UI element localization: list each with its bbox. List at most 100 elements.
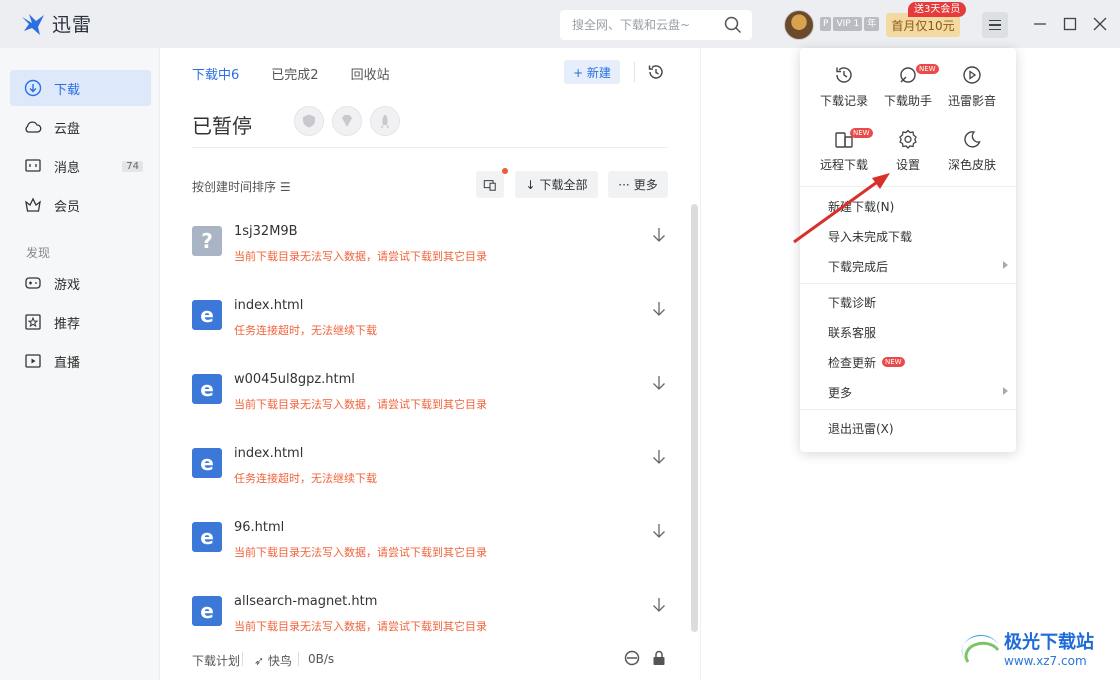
tab-downloading[interactable]: 下载中6 bbox=[192, 64, 239, 83]
main-menu-button[interactable] bbox=[982, 12, 1008, 38]
list-item[interactable]: e index.html 任务连接超时，无法继续下载 bbox=[192, 292, 668, 352]
thunder-bird-icon bbox=[22, 13, 44, 35]
minimize-icon[interactable] bbox=[1030, 14, 1050, 34]
download-plan-button[interactable]: 下载计划 bbox=[192, 652, 240, 669]
divider bbox=[192, 147, 668, 148]
sidebar-item-live[interactable]: 直播 bbox=[10, 343, 151, 379]
divider bbox=[800, 283, 1016, 284]
file-name: w0045ul8gpz.html bbox=[234, 372, 355, 387]
list-item[interactable]: e allsearch-magnet.htm 当前下载目录无法写入数据，请尝试下… bbox=[192, 588, 668, 648]
player-icon bbox=[963, 66, 981, 84]
browser-icon[interactable] bbox=[624, 650, 640, 666]
ie-file-icon: e bbox=[192, 522, 222, 552]
watermark: 极光下载站 www.xz7.com bbox=[958, 626, 1118, 678]
shield-badge[interactable] bbox=[294, 106, 324, 136]
sidebar-item-label: 云盘 bbox=[54, 121, 81, 137]
download-all-button[interactable]: ↓ 下载全部 bbox=[515, 171, 598, 198]
shield-icon bbox=[303, 114, 315, 128]
diamond-badge[interactable] bbox=[332, 106, 362, 136]
divider bbox=[298, 652, 299, 666]
sidebar-item-label: 会员 bbox=[54, 199, 81, 215]
download-arrow-icon[interactable] bbox=[650, 448, 668, 466]
menu-line bbox=[989, 19, 1001, 22]
lock-icon[interactable] bbox=[652, 650, 666, 666]
search-input[interactable] bbox=[572, 18, 720, 32]
rocket-badge[interactable] bbox=[370, 106, 400, 136]
status-footer: 下载计划 ➶ 快鸟 0B/s bbox=[160, 646, 700, 680]
menu-line bbox=[989, 28, 1001, 31]
sidebar-item-download[interactable]: 下载 bbox=[10, 70, 151, 106]
download-arrow-icon[interactable] bbox=[650, 522, 668, 540]
new-download-button[interactable]: + 新建 bbox=[564, 60, 620, 84]
ie-file-icon: e bbox=[192, 374, 222, 404]
list-item[interactable]: ? 1sj32M9B 当前下载目录无法写入数据，请尝试下载到其它目录 bbox=[192, 218, 668, 278]
sidebar-item-label: 直播 bbox=[54, 355, 81, 371]
more-button[interactable]: ··· 更多 bbox=[608, 171, 668, 198]
title-bar: 迅雷 P VIP 1 年 首月仅10元 送3天会员 bbox=[0, 0, 1120, 48]
search-box[interactable] bbox=[560, 10, 752, 40]
menu-item-check-update[interactable]: 检查更新 NEW bbox=[828, 352, 1008, 372]
list-item[interactable]: e 96.html 当前下载目录无法写入数据，请尝试下载到其它目录 bbox=[192, 514, 668, 574]
menu-download-assistant[interactable]: 下载助手 NEW bbox=[876, 64, 940, 120]
menu-download-history[interactable]: 下载记录 bbox=[812, 64, 876, 120]
vip-level-label: VIP 1 bbox=[833, 17, 863, 31]
avatar[interactable] bbox=[784, 10, 814, 40]
ie-file-icon: e bbox=[192, 300, 222, 330]
tab-recycle-bin[interactable]: 回收站 bbox=[351, 64, 390, 83]
menu-item-exit[interactable]: 退出迅雷(X) bbox=[828, 418, 1008, 438]
download-arrow-icon[interactable] bbox=[650, 300, 668, 318]
maximize-icon[interactable] bbox=[1060, 14, 1080, 34]
gear-icon bbox=[899, 129, 917, 149]
download-arrow-icon[interactable] bbox=[650, 374, 668, 392]
download-all-label: 下载全部 bbox=[539, 178, 588, 192]
sidebar-item-games[interactable]: 游戏 bbox=[10, 265, 151, 301]
menu-item-support[interactable]: 联系客服 bbox=[828, 322, 1008, 342]
sidebar-item-vip[interactable]: 会员 bbox=[10, 187, 151, 223]
ie-file-icon: e bbox=[192, 596, 222, 626]
vip-year-label: 年 bbox=[864, 17, 880, 31]
menu-dark-skin[interactable]: 深色皮肤 bbox=[940, 128, 1004, 184]
live-icon bbox=[25, 354, 41, 368]
list-scrollbar[interactable] bbox=[691, 204, 698, 632]
quick-bird-button[interactable]: ➶ 快鸟 bbox=[254, 652, 292, 669]
star-icon bbox=[25, 314, 41, 330]
device-icon bbox=[483, 179, 496, 191]
menu-item-diagnosis[interactable]: 下载诊断 bbox=[828, 292, 1008, 312]
quick-action-label: 下载记录 bbox=[819, 94, 868, 108]
vip-p-label: P bbox=[820, 17, 832, 31]
tab-completed[interactable]: 已完成2 bbox=[271, 64, 318, 83]
quick-bird-label: 快鸟 bbox=[267, 654, 292, 668]
new-badge: NEW bbox=[850, 128, 873, 138]
sidebar-item-message[interactable]: 消息 74 bbox=[10, 148, 151, 184]
error-message: 当前下载目录无法写入数据，请尝试下载到其它目录 bbox=[234, 250, 487, 263]
sidebar-item-recommend[interactable]: 推荐 bbox=[10, 304, 151, 340]
submenu-arrow-icon bbox=[1003, 261, 1008, 269]
search-icon[interactable] bbox=[724, 16, 742, 34]
device-select-button[interactable] bbox=[476, 171, 504, 198]
download-arrow-icon[interactable] bbox=[650, 226, 668, 244]
menu-xunlei-player[interactable]: 迅雷影音 bbox=[940, 64, 1004, 120]
quick-action-label: 下载助手 bbox=[883, 94, 932, 108]
sidebar-item-cloud[interactable]: 云盘 bbox=[10, 109, 151, 145]
menu-item-label: 更多 bbox=[828, 385, 853, 400]
history-icon[interactable] bbox=[646, 62, 666, 82]
sidebar-item-label: 游戏 bbox=[54, 277, 81, 293]
list-item[interactable]: e index.html 任务连接超时，无法继续下载 bbox=[192, 440, 668, 500]
download-list-panel: 下载中6 已完成2 回收站 + 新建 已暂停 按创建时间排序 ☰ ↓ 下载全部 ·… bbox=[160, 48, 700, 680]
close-icon[interactable] bbox=[1090, 14, 1110, 34]
sidebar-item-label: 推荐 bbox=[54, 316, 81, 332]
notification-dot bbox=[502, 168, 508, 174]
cloud-icon bbox=[25, 121, 42, 133]
message-icon bbox=[25, 159, 41, 172]
menu-item-more[interactable]: 更多 bbox=[828, 382, 1008, 402]
download-arrow-icon[interactable] bbox=[650, 596, 668, 614]
sort-label: 按创建时间排序 bbox=[192, 180, 277, 194]
menu-item-label: 退出迅雷(X) bbox=[828, 421, 894, 436]
list-item[interactable]: e w0045ul8gpz.html 当前下载目录无法写入数据，请尝试下载到其它… bbox=[192, 366, 668, 426]
new-badge: NEW bbox=[882, 357, 905, 367]
sort-dropdown[interactable]: 按创建时间排序 ☰ bbox=[192, 178, 291, 195]
promo-tag: 送3天会员 bbox=[908, 2, 967, 17]
more-dots-icon: ··· bbox=[618, 177, 630, 192]
history-icon bbox=[836, 67, 852, 83]
sidebar-item-label: 下载 bbox=[54, 82, 81, 98]
